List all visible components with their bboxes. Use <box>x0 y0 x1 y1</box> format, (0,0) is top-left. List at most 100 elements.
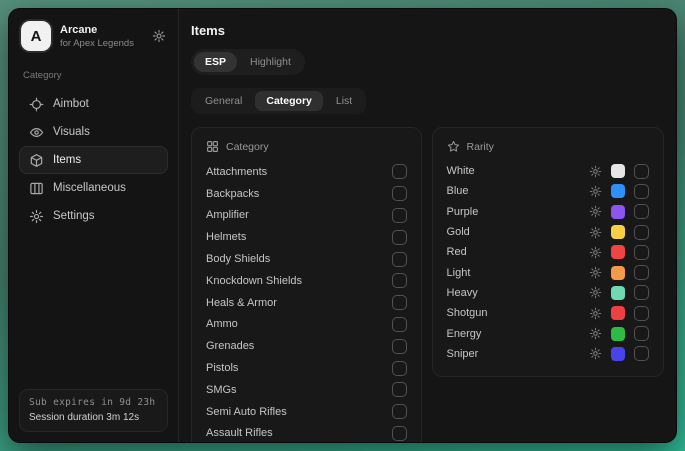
category-label: Heals & Armor <box>206 297 277 309</box>
gear-icon[interactable] <box>589 327 602 340</box>
rarity-checkbox[interactable] <box>634 265 649 280</box>
rarity-label: Gold <box>447 226 589 238</box>
gear-icon[interactable] <box>589 185 602 198</box>
rarity-checkbox[interactable] <box>634 346 649 361</box>
rarity-label: Blue <box>447 185 589 197</box>
category-checkbox[interactable] <box>392 164 407 179</box>
sidebar-item-aimbot[interactable]: Aimbot <box>19 90 168 118</box>
rarity-checkbox[interactable] <box>634 204 649 219</box>
tab-general[interactable]: General <box>194 91 253 111</box>
gear-icon[interactable] <box>589 286 602 299</box>
rarity-panel: Rarity White Blue Purple Gold Red Light … <box>432 127 664 377</box>
color-swatch[interactable] <box>611 327 625 341</box>
color-swatch[interactable] <box>611 164 625 178</box>
rarity-row: Light <box>447 262 649 282</box>
box-icon <box>29 153 44 168</box>
category-checkbox[interactable] <box>392 361 407 376</box>
rarity-row: Blue <box>447 181 649 201</box>
gear-icon <box>29 209 44 224</box>
rarity-checkbox[interactable] <box>634 184 649 199</box>
category-checkbox[interactable] <box>392 273 407 288</box>
category-checkbox[interactable] <box>392 230 407 245</box>
sidebar-item-items[interactable]: Items <box>19 146 168 174</box>
gear-icon[interactable] <box>589 246 602 259</box>
rarity-checkbox[interactable] <box>634 225 649 240</box>
columns-icon <box>29 181 44 196</box>
category-checkbox[interactable] <box>392 404 407 419</box>
rarity-row: Shotgun <box>447 303 649 323</box>
color-swatch[interactable] <box>611 347 625 361</box>
category-panel: Category Attachments Backpacks Amplifier… <box>191 127 422 442</box>
category-row: Semi Auto Rifles <box>206 401 407 423</box>
category-checkbox[interactable] <box>392 295 407 310</box>
gear-icon[interactable] <box>589 307 602 320</box>
category-checkbox[interactable] <box>392 339 407 354</box>
gear-icon[interactable] <box>589 347 602 360</box>
category-row: Knockdown Shields <box>206 270 407 292</box>
color-swatch[interactable] <box>611 184 625 198</box>
color-swatch[interactable] <box>611 205 625 219</box>
main-content: Items ESP Highlight General Category Lis… <box>179 9 676 442</box>
tab-list[interactable]: List <box>325 91 363 111</box>
rarity-row: Red <box>447 242 649 262</box>
category-checkbox[interactable] <box>392 252 407 267</box>
category-row: Backpacks <box>206 183 407 205</box>
rarity-checkbox[interactable] <box>634 285 649 300</box>
sidebar-item-settings[interactable]: Settings <box>19 202 168 230</box>
app-subtitle: for Apex Legends <box>60 38 134 49</box>
rarity-panel-header: Rarity <box>447 140 649 153</box>
category-checkbox[interactable] <box>392 382 407 397</box>
category-row: Pistols <box>206 357 407 379</box>
gear-icon[interactable] <box>589 226 602 239</box>
category-checkbox[interactable] <box>392 317 407 332</box>
category-panel-title: Category <box>226 141 269 153</box>
category-row: Amplifier <box>206 205 407 227</box>
sidebar-item-visuals[interactable]: Visuals <box>19 118 168 146</box>
app-logo: A <box>21 21 51 51</box>
app-name: Arcane <box>60 24 134 36</box>
mode-option-esp[interactable]: ESP <box>194 52 237 72</box>
category-row: Helmets <box>206 226 407 248</box>
category-label: Backpacks <box>206 188 259 200</box>
tab-category[interactable]: Category <box>255 91 323 111</box>
gear-icon[interactable] <box>589 205 602 218</box>
app-title-block: Arcane for Apex Legends <box>60 24 134 49</box>
color-swatch[interactable] <box>611 225 625 239</box>
color-swatch[interactable] <box>611 286 625 300</box>
sidebar-item-label: Aimbot <box>53 98 89 110</box>
page-title: Items <box>191 23 664 38</box>
color-swatch[interactable] <box>611 266 625 280</box>
color-swatch[interactable] <box>611 245 625 259</box>
sub-expires-text: Sub expires in 9d 23h <box>29 397 158 408</box>
gear-icon[interactable] <box>589 165 602 178</box>
rarity-label: White <box>447 165 589 177</box>
rarity-checkbox[interactable] <box>634 306 649 321</box>
app-header: A Arcane for Apex Legends <box>19 21 168 51</box>
star-icon <box>447 140 460 153</box>
rarity-checkbox[interactable] <box>634 326 649 341</box>
sidebar-item-miscellaneous[interactable]: Miscellaneous <box>19 174 168 202</box>
session-duration-text: Session duration 3m 12s <box>29 412 158 423</box>
panels: Category Attachments Backpacks Amplifier… <box>191 127 664 442</box>
category-checkbox[interactable] <box>392 426 407 441</box>
rarity-label: Shotgun <box>447 307 589 319</box>
rarity-checkbox[interactable] <box>634 164 649 179</box>
category-row: Attachments <box>206 161 407 183</box>
category-row: Heals & Armor <box>206 292 407 314</box>
eye-icon <box>29 125 44 140</box>
gear-icon[interactable] <box>152 29 166 43</box>
rarity-label: Energy <box>447 328 589 340</box>
sidebar-item-label: Settings <box>53 210 95 222</box>
color-swatch[interactable] <box>611 306 625 320</box>
gear-icon[interactable] <box>589 266 602 279</box>
tab-bar: General Category List <box>191 88 366 114</box>
category-label: SMGs <box>206 384 237 396</box>
rarity-label: Purple <box>447 206 589 218</box>
category-label: Helmets <box>206 231 246 243</box>
rarity-checkbox[interactable] <box>634 245 649 260</box>
sidebar-nav: Aimbot Visuals Items Miscellaneous <box>19 90 168 230</box>
category-checkbox[interactable] <box>392 208 407 223</box>
category-checkbox[interactable] <box>392 186 407 201</box>
category-label: Grenades <box>206 340 254 352</box>
mode-option-highlight[interactable]: Highlight <box>239 52 302 72</box>
